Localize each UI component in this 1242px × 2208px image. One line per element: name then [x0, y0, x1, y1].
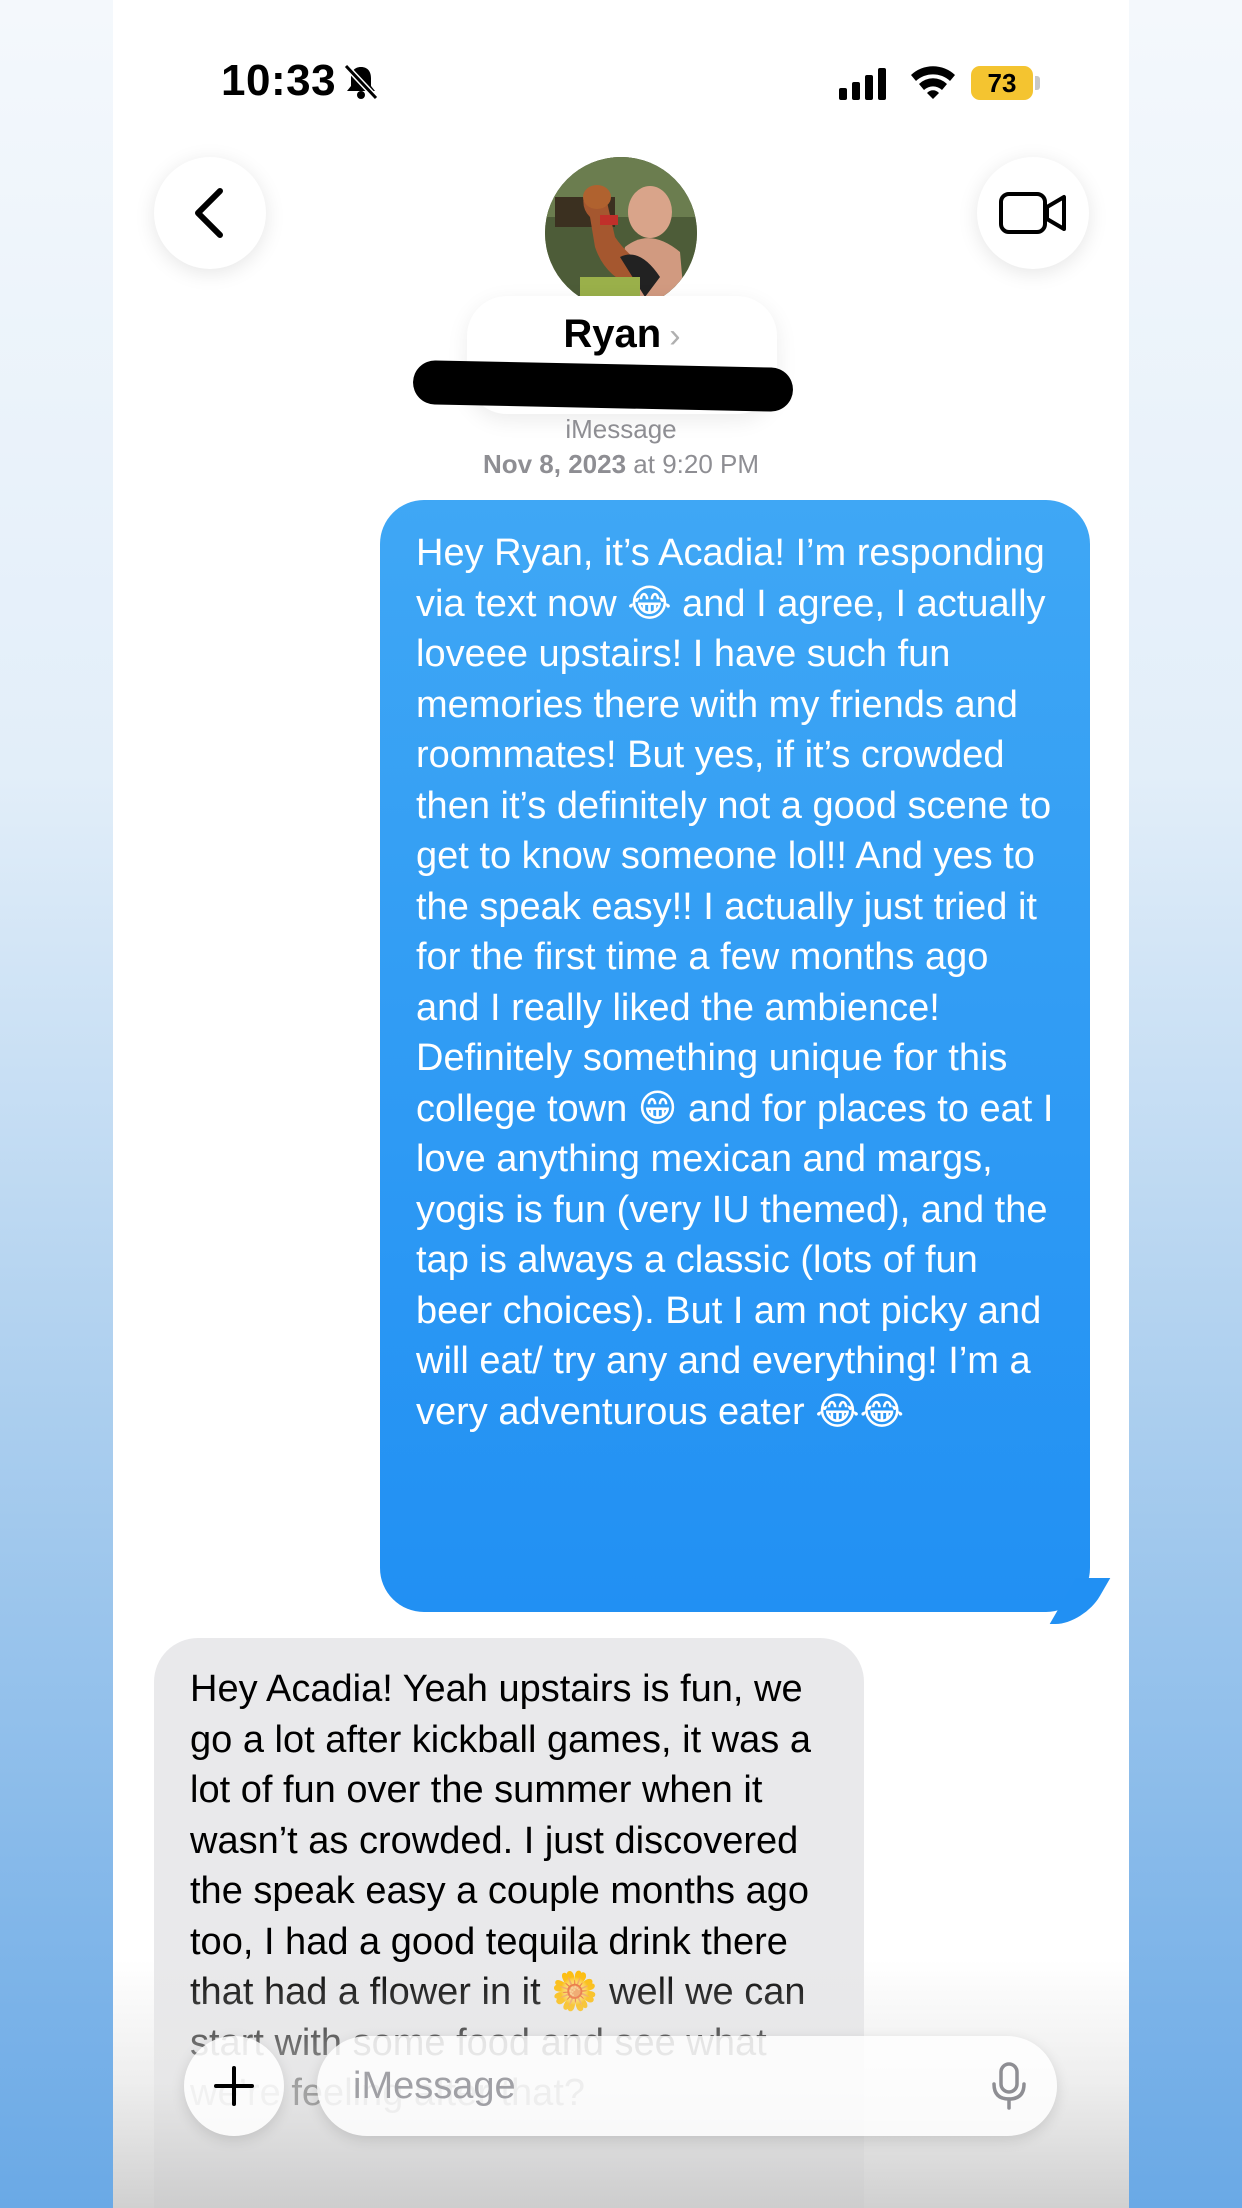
messages-screen: 10:33 73 Ryan › iMessage Nov 8, 2023 at …	[113, 0, 1129, 2208]
message-composer[interactable]	[317, 2036, 1057, 2136]
battery-cap	[1035, 76, 1040, 90]
timestamp-time: 9:20 PM	[662, 449, 760, 479]
bell-slash-icon	[343, 63, 379, 101]
contact-name[interactable]: Ryan ›	[467, 312, 777, 357]
service-label: iMessage	[565, 414, 677, 444]
avatar-photo	[545, 157, 697, 309]
cellular-signal-icon	[839, 66, 886, 100]
contact-name-text: Ryan	[563, 312, 662, 356]
message-input[interactable]	[353, 2058, 913, 2114]
back-button[interactable]	[154, 157, 266, 269]
status-time: 10:33	[221, 56, 337, 105]
wifi-icon	[911, 66, 955, 99]
timestamp-at: at	[626, 449, 663, 479]
chevron-right-icon: ›	[669, 317, 681, 355]
message-timestamp: Nov 8, 2023 at 9:20 PM	[113, 449, 1129, 480]
timestamp-date: Nov 8, 2023	[482, 449, 627, 479]
plus-icon	[214, 2066, 254, 2106]
video-camera-icon	[999, 192, 1066, 234]
redaction-mark	[412, 360, 794, 412]
microphone-icon[interactable]	[989, 2062, 1029, 2110]
contact-avatar[interactable]	[545, 157, 697, 309]
status-bar: 10:33 73	[113, 0, 1129, 160]
battery-level: 73	[971, 66, 1033, 100]
add-attachment-button[interactable]	[184, 2036, 284, 2136]
facetime-video-button[interactable]	[977, 157, 1089, 269]
outgoing-message-bubble[interactable]: Hey Ryan, it’s Acadia! I’m responding vi…	[380, 500, 1090, 1612]
chevron-left-icon	[195, 188, 223, 238]
